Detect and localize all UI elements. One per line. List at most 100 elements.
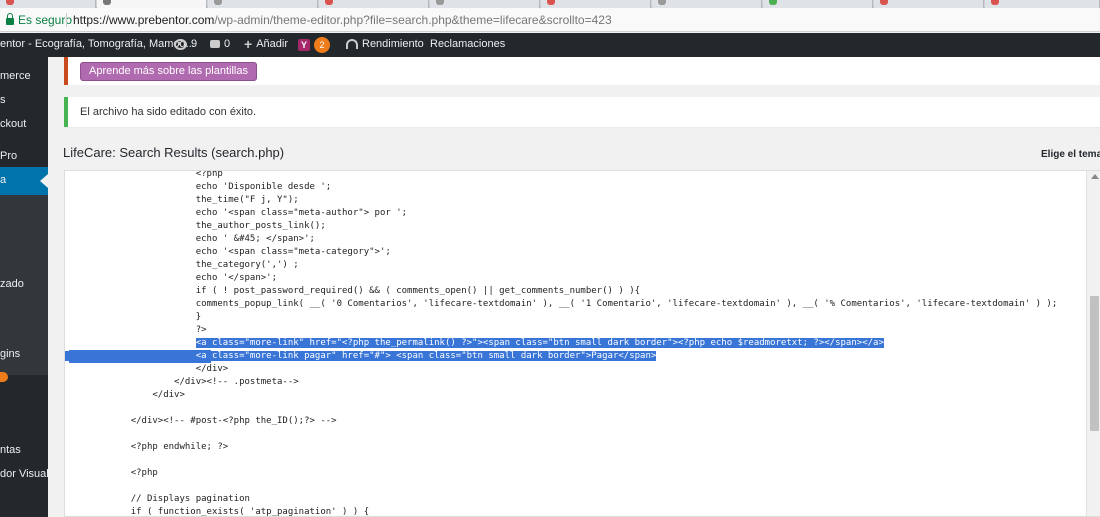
- browser-tab[interactable]: [985, 0, 1100, 8]
- code-line: echo ' &#45; </span>';: [64, 234, 315, 244]
- template-notice: Aprende más sobre las plantillas: [64, 57, 1100, 85]
- editor-scrollbar[interactable]: [1086, 171, 1100, 516]
- code-line: </div><!-- #post-<?php the_ID();?> -->: [64, 416, 337, 426]
- updates-icon: [174, 38, 187, 50]
- code-line: <a class="more-link pagar" href="#"> <sp…: [65, 350, 657, 363]
- active-menu-arrow-icon: [40, 174, 48, 188]
- main-content: Aprende más sobre las plantillas El arch…: [48, 57, 1100, 517]
- admin-bar-comments[interactable]: 0: [210, 38, 230, 50]
- sidebar-item-checkout[interactable]: ckout: [0, 118, 26, 130]
- browser-tab[interactable]: [763, 0, 873, 8]
- claims-label: Reclamaciones: [430, 38, 506, 50]
- choose-theme-label: Elige el tema a: [1041, 149, 1100, 160]
- comment-icon: [210, 40, 220, 48]
- code-line: <?php endwhile; ?>: [130, 442, 229, 452]
- code-line: the_time("F j, Y");: [64, 195, 299, 205]
- gauge-icon: [346, 39, 358, 49]
- sidebar-item-pro[interactable]: Pro: [0, 150, 17, 162]
- admin-sidebar: merce s ckout Pro a zado gins ntas dor V…: [0, 57, 48, 517]
- tab-favicon-icon: [547, 0, 555, 5]
- tab-favicon-icon: [214, 0, 222, 5]
- browser-tab[interactable]: [541, 0, 651, 8]
- code-line: // Displays pagination: [64, 494, 250, 504]
- code-line: <?php: [195, 170, 223, 179]
- tab-favicon-icon: [769, 0, 777, 5]
- code-editor[interactable]: <?php echo 'Disponible desde '; the_time…: [64, 170, 1100, 517]
- code-line: comments_popup_link( __( '0 Comentarios'…: [64, 299, 1058, 309]
- code-line: if ( ! post_password_required() && ( com…: [64, 286, 641, 296]
- address-separator: [66, 13, 67, 27]
- code-line: }: [195, 312, 202, 322]
- scroll-thumb[interactable]: [1090, 296, 1099, 431]
- browser-tab[interactable]: [652, 0, 762, 8]
- browser-tab[interactable]: [874, 0, 984, 8]
- screen: Es seguro https://www.prebentor.com/wp-a…: [0, 0, 1100, 517]
- browser-tab[interactable]: [319, 0, 429, 8]
- sidebar-item-plugins[interactable]: gins: [0, 348, 20, 360]
- tab-favicon-icon: [103, 0, 111, 5]
- sidebar-item-s[interactable]: s: [0, 94, 6, 106]
- code-line: <?php: [130, 468, 158, 478]
- admin-bar-yoast[interactable]: Y2: [298, 37, 330, 53]
- editing-file-title: LifeCare: Search Results (search.php): [63, 145, 285, 160]
- code-line: the_author_posts_link();: [64, 221, 326, 231]
- url-text[interactable]: https://www.prebentor.com/wp-admin/theme…: [73, 13, 612, 27]
- success-notice: El archivo ha sido editado con éxito.: [64, 97, 1100, 127]
- code-line: the_category(',') ;: [64, 260, 299, 270]
- learn-templates-button[interactable]: Aprende más sobre las plantillas: [80, 62, 257, 81]
- sidebar-item-commerce[interactable]: merce: [0, 70, 31, 82]
- tab-favicon-icon: [325, 0, 333, 5]
- code-line: ?>: [195, 325, 207, 335]
- tab-favicon-icon: [6, 0, 14, 5]
- tab-favicon-icon: [880, 0, 888, 5]
- admin-bar-new-content[interactable]: + Añadir: [244, 36, 288, 52]
- sidebar-item-herramientas[interactable]: ntas: [0, 444, 21, 456]
- selected-code: <a class="more-link" href="<?php the_per…: [195, 338, 884, 348]
- secure-label: Es seguro: [18, 13, 73, 27]
- plugins-update-badge: [0, 372, 8, 382]
- add-label: Añadir: [256, 38, 288, 50]
- tab-favicon-icon: [658, 0, 666, 5]
- url-host: https://www.prebentor.com: [73, 13, 215, 27]
- tab-favicon-icon: [436, 0, 444, 5]
- lock-icon: [6, 13, 14, 25]
- selected-code: <a class="more-link pagar" href="#"> <sp…: [195, 351, 657, 361]
- code-line: echo '<span class="meta-category">';: [64, 247, 391, 257]
- code-line: echo 'Disponible desde ';: [64, 182, 332, 192]
- address-bar[interactable]: Es seguro https://www.prebentor.com/wp-a…: [0, 8, 1100, 32]
- code-line: </div>: [195, 364, 229, 374]
- updates-count: 9: [191, 38, 198, 50]
- site-name-label: entor - Ecografía, Tomografía, Mamog...: [0, 38, 195, 50]
- admin-bar-performance[interactable]: Rendimiento: [346, 38, 424, 50]
- code-line: </div><!-- .postmeta-->: [64, 377, 299, 387]
- admin-bar-claims[interactable]: Reclamaciones: [430, 38, 505, 50]
- browser-tab[interactable]: [430, 0, 540, 8]
- wp-admin-bar: entor - Ecografía, Tomografía, Mamog... …: [0, 33, 1100, 57]
- sidebar-item-apariencia[interactable]: a: [0, 174, 6, 186]
- admin-bar-site-name[interactable]: entor - Ecografía, Tomografía, Mamog...: [0, 38, 195, 50]
- code-indent: [65, 351, 196, 361]
- url-path: /wp-admin/theme-editor.php?file=search.p…: [214, 13, 612, 27]
- code-line: </div>: [152, 390, 185, 400]
- browser-tab[interactable]: [0, 0, 96, 8]
- yoast-badge: 2: [314, 37, 330, 53]
- code-line: <a class="more-link" href="<?php the_per…: [65, 337, 884, 350]
- code-line: if ( function_exists( 'atp_pagination' )…: [64, 507, 370, 517]
- scroll-up-icon[interactable]: [1091, 174, 1099, 179]
- performance-label: Rendimiento: [362, 38, 424, 50]
- sidebar-item-personalizado[interactable]: zado: [0, 278, 24, 290]
- plus-icon: +: [244, 36, 253, 52]
- sidebar-item-editor-visual[interactable]: dor Visual: [0, 468, 48, 480]
- secure-indicator[interactable]: Es seguro: [6, 13, 72, 27]
- success-message: El archivo ha sido editado con éxito.: [80, 106, 257, 118]
- browser-tab-active[interactable]: [97, 0, 207, 8]
- tab-favicon-icon: [991, 0, 999, 5]
- code-line: echo '</span>';: [64, 273, 277, 283]
- code-line: echo '<span class="meta-author"> por ';: [64, 208, 408, 218]
- browser-tab[interactable]: [208, 0, 318, 8]
- admin-bar-updates[interactable]: 9: [174, 38, 197, 50]
- browser-tab-strip: [0, 0, 1100, 8]
- yoast-icon: Y: [298, 39, 310, 51]
- comments-count: 0: [224, 38, 231, 50]
